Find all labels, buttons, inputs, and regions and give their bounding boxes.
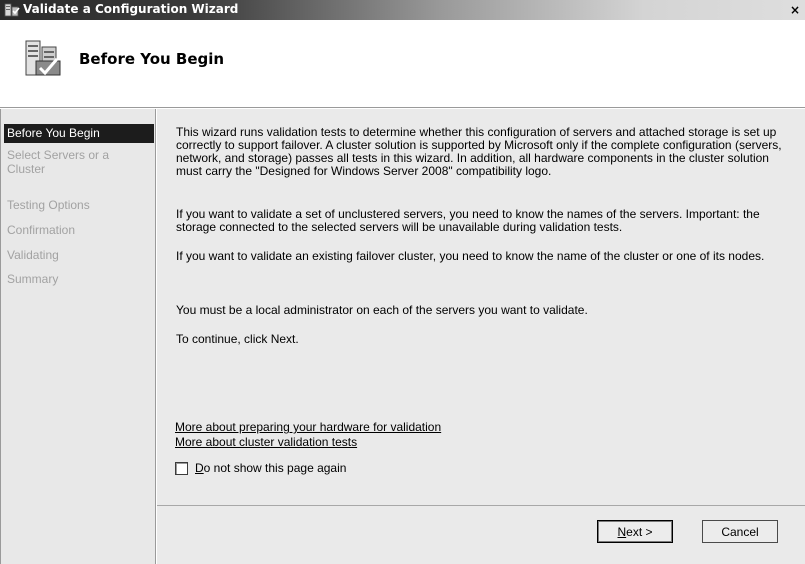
cancel-button[interactable]: Cancel — [702, 520, 778, 543]
cluster-validation-icon — [4, 3, 20, 17]
window-title: Validate a Configuration Wizard — [23, 2, 239, 16]
continue-instruction: To continue, click Next. — [176, 332, 299, 346]
existing-cluster-paragraph: If you want to validate an existing fail… — [176, 249, 765, 263]
sidebar-item-testing-options[interactable]: Testing Options — [4, 198, 154, 212]
wizard-steps-sidebar: Before You Begin Select Servers or a Clu… — [0, 109, 156, 564]
wizard-content: This wizard runs validation tests to det… — [157, 109, 805, 564]
wizard-header: Before You Begin — [0, 20, 805, 108]
do-not-show-again-label[interactable]: Do not show this page again — [195, 461, 346, 475]
sidebar-item-select-servers[interactable]: Select Servers or a Cluster — [4, 148, 144, 176]
sidebar-item-validating[interactable]: Validating — [4, 248, 154, 262]
close-icon[interactable]: × — [788, 2, 802, 17]
link-preparing-hardware[interactable]: More about preparing your hardware for v… — [175, 420, 441, 434]
page-title: Before You Begin — [79, 50, 225, 68]
do-not-show-again-row[interactable]: Do not show this page again — [175, 461, 346, 475]
sidebar-item-confirmation[interactable]: Confirmation — [4, 223, 154, 237]
do-not-show-again-checkbox[interactable] — [175, 461, 188, 475]
button-area-divider — [157, 505, 805, 506]
cluster-validation-icon — [25, 40, 61, 76]
next-button[interactable]: Next > — [597, 520, 673, 543]
sidebar-item-summary[interactable]: Summary — [4, 272, 154, 286]
link-cluster-validation-tests[interactable]: More about cluster validation tests — [175, 435, 357, 449]
window-title-bar[interactable]: Validate a Configuration Wizard × — [0, 0, 805, 20]
intro-paragraph: This wizard runs validation tests to det… — [176, 125, 782, 178]
sidebar-item-before-you-begin[interactable]: Before You Begin — [4, 124, 154, 143]
unclustered-servers-paragraph: If you want to validate a set of unclust… — [176, 207, 760, 234]
admin-requirement-paragraph: You must be a local administrator on eac… — [176, 303, 588, 317]
